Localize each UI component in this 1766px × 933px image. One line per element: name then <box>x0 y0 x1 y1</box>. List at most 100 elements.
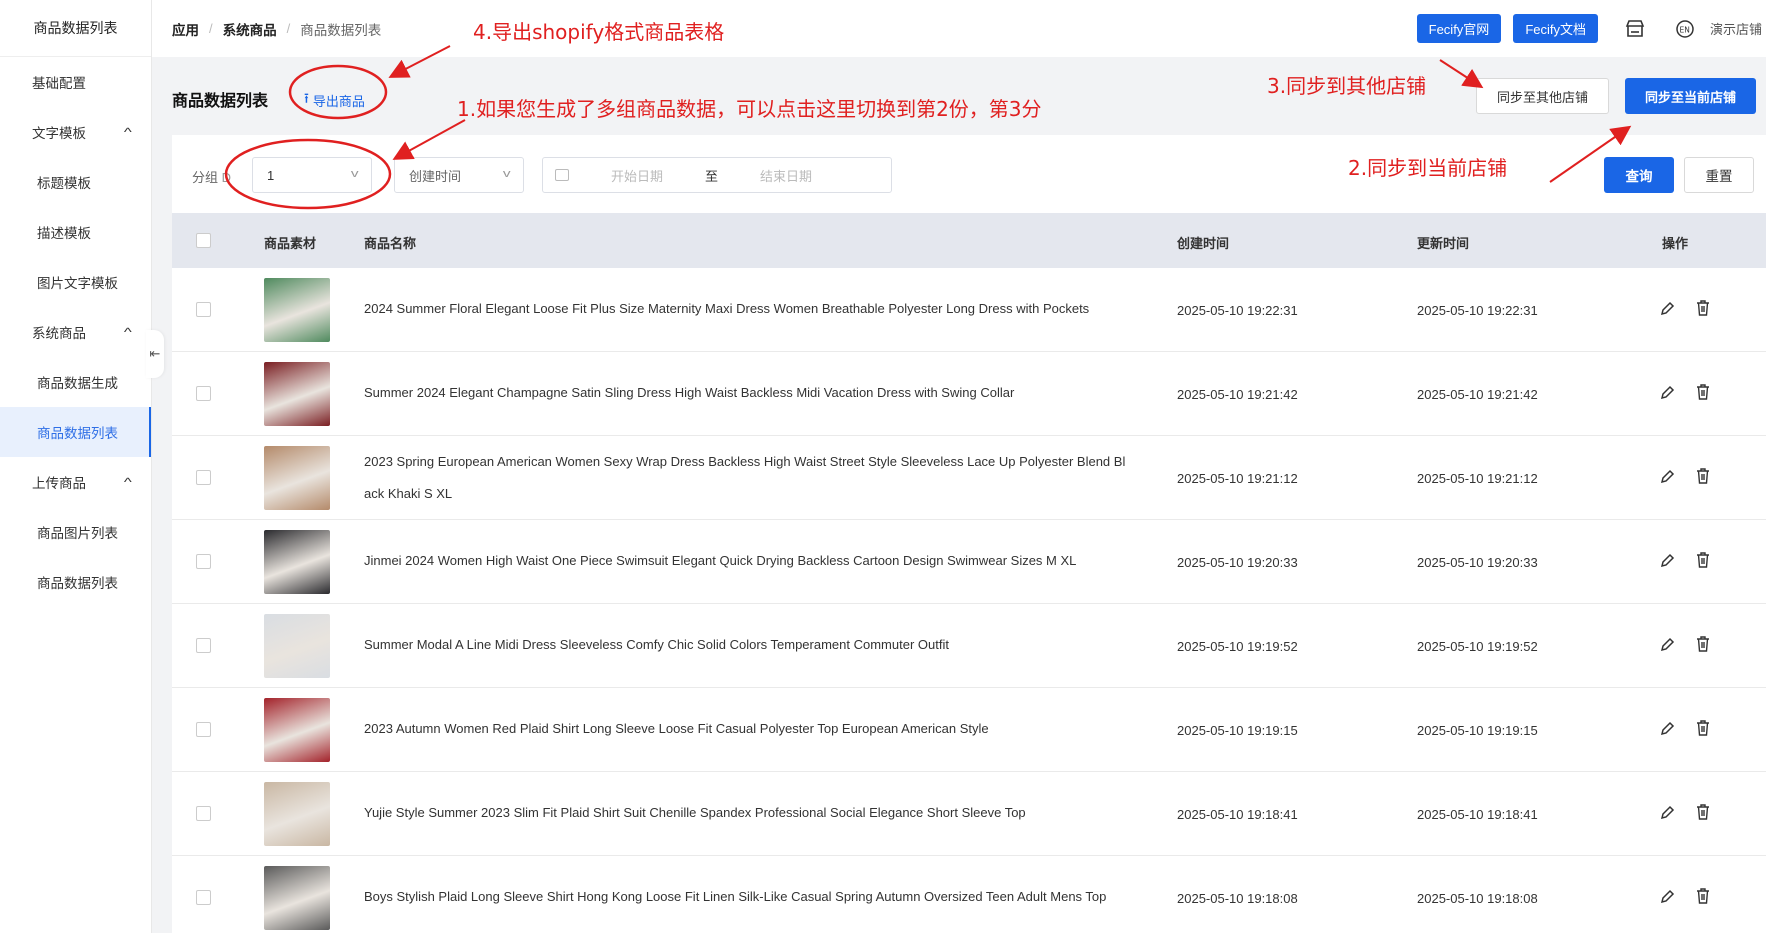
edit-icon[interactable] <box>1658 636 1676 654</box>
updated-time: 2025-05-10 19:22:31 <box>1417 303 1538 318</box>
delete-icon[interactable] <box>1694 887 1712 905</box>
row-checkbox[interactable] <box>196 554 211 569</box>
product-thumbnail[interactable] <box>264 614 330 678</box>
sync-current-store-button[interactable]: 同步至当前店铺 <box>1625 78 1757 114</box>
site-button[interactable]: Fecify官网 <box>1416 14 1502 43</box>
updated-time: 2025-05-10 19:18:41 <box>1417 807 1538 822</box>
created-time: 2025-05-10 19:18:08 <box>1177 891 1298 906</box>
sidebar-brand: 商品数据列表 <box>0 0 151 57</box>
sidebar-item-10[interactable]: 商品数据列表 <box>0 557 151 607</box>
sidebar-item-label: 系统商品 <box>32 326 86 341</box>
filter-panel: 分组 D 1 v 创建时间 v 开始日期 至 结束日期 查询 重置 <box>172 135 1766 213</box>
export-label: 导出商品 <box>312 93 365 109</box>
collapse-sidebar-icon[interactable]: ⇤ <box>146 330 164 378</box>
breadcrumb-current: 商品数据列表 <box>300 22 382 38</box>
breadcrumb-app[interactable]: 应用 <box>172 19 199 39</box>
chevron-up-icon: ^ <box>124 125 133 139</box>
select-all-checkbox[interactable] <box>196 233 211 248</box>
upload-icon: ⭱ <box>304 90 309 106</box>
breadcrumb-system-products[interactable]: 系统商品 <box>223 19 277 39</box>
sidebar-item-label: 商品数据列表 <box>37 576 118 591</box>
reset-button[interactable]: 重置 <box>1684 157 1754 193</box>
updated-time: 2025-05-10 19:19:52 <box>1417 639 1538 654</box>
sidebar-item-1[interactable]: 文字模板 ^ <box>0 107 151 157</box>
end-date-input[interactable]: 结束日期 <box>760 166 812 185</box>
table-row: 2023 Autumn Women Red Plaid Shirt Long S… <box>172 688 1766 772</box>
edit-icon[interactable] <box>1658 552 1676 570</box>
col-material: 商品素材 <box>264 236 317 251</box>
product-name: Yujie Style Summer 2023 Slim Fit Plaid S… <box>364 805 1026 820</box>
language-icon[interactable]: EN <box>1674 18 1696 40</box>
created-time: 2025-05-10 19:22:31 <box>1177 303 1298 318</box>
edit-icon[interactable] <box>1658 300 1676 318</box>
annotation-sync-current: 2.同步到当前店铺 <box>1348 156 1508 180</box>
edit-icon[interactable] <box>1658 804 1676 822</box>
edit-icon[interactable] <box>1658 384 1676 402</box>
row-checkbox[interactable] <box>196 890 211 905</box>
sync-other-stores-button[interactable]: 同步至其他店铺 <box>1476 78 1610 114</box>
product-thumbnail[interactable] <box>264 362 330 426</box>
group-select[interactable]: 1 v <box>252 157 372 193</box>
row-checkbox[interactable] <box>196 722 211 737</box>
delete-icon[interactable] <box>1694 635 1712 653</box>
delete-icon[interactable] <box>1694 551 1712 569</box>
sidebar-item-4[interactable]: 图片文字模板 <box>0 257 151 307</box>
created-time: 2025-05-10 19:20:33 <box>1177 555 1298 570</box>
date-range-picker[interactable]: 开始日期 至 结束日期 <box>542 157 892 193</box>
product-thumbnail[interactable] <box>264 278 330 342</box>
edit-icon[interactable] <box>1658 720 1676 738</box>
sidebar-item-3[interactable]: 描述模板 <box>0 207 151 257</box>
row-checkbox[interactable] <box>196 386 211 401</box>
row-checkbox[interactable] <box>196 806 211 821</box>
sort-select[interactable]: 创建时间 v <box>394 157 524 193</box>
col-name: 商品名称 <box>364 236 417 251</box>
sidebar-item-8[interactable]: 上传商品 ^ <box>0 457 151 507</box>
delete-icon[interactable] <box>1694 299 1712 317</box>
query-button[interactable]: 查询 <box>1604 157 1674 193</box>
sidebar-item-5[interactable]: 系统商品 ^ <box>0 307 151 357</box>
product-thumbnail[interactable] <box>264 866 330 930</box>
created-time: 2025-05-10 19:21:12 <box>1177 471 1298 486</box>
sidebar-item-2[interactable]: 标题模板 <box>0 157 151 207</box>
table-header: 商品素材 商品名称 创建时间 更新时间 操作 <box>172 213 1766 268</box>
delete-icon[interactable] <box>1694 803 1712 821</box>
product-thumbnail[interactable] <box>264 698 330 762</box>
table-row: Boys Stylish Plaid Long Sleeve Shirt Hon… <box>172 856 1766 933</box>
row-checkbox[interactable] <box>196 638 211 653</box>
sidebar-item-7[interactable]: 商品数据列表 <box>0 407 151 457</box>
sidebar-item-6[interactable]: 商品数据生成 <box>0 357 151 407</box>
page-title: 商品数据列表 <box>172 93 269 110</box>
product-thumbnail[interactable] <box>264 446 330 510</box>
delete-icon[interactable] <box>1694 383 1712 401</box>
sidebar-item-label: 商品数据列表 <box>37 426 118 441</box>
store-icon[interactable] <box>1624 18 1646 40</box>
chevron-up-icon: ^ <box>124 475 133 489</box>
sidebar-item-0[interactable]: 基础配置 <box>0 57 151 107</box>
col-created: 创建时间 <box>1177 236 1230 251</box>
col-updated: 更新时间 <box>1417 236 1470 251</box>
start-date-input[interactable]: 开始日期 <box>611 166 663 185</box>
table-row: Summer 2024 Elegant Champagne Satin Slin… <box>172 352 1766 436</box>
delete-icon[interactable] <box>1694 719 1712 737</box>
product-thumbnail[interactable] <box>264 782 330 846</box>
arrow-sync-other <box>1439 59 1484 89</box>
store-name[interactable]: 演示店铺 <box>1710 19 1762 38</box>
row-checkbox[interactable] <box>196 302 211 317</box>
updated-time: 2025-05-10 19:21:12 <box>1417 471 1538 486</box>
edit-icon[interactable] <box>1658 888 1676 906</box>
row-checkbox[interactable] <box>196 470 211 485</box>
sidebar-item-label: 商品数据生成 <box>37 376 118 391</box>
product-thumbnail[interactable] <box>264 530 330 594</box>
product-table: 商品素材 商品名称 创建时间 更新时间 操作 2024 Summer Flora… <box>172 213 1766 933</box>
sidebar-item-9[interactable]: 商品图片列表 <box>0 507 151 557</box>
edit-icon[interactable] <box>1658 468 1676 486</box>
delete-icon[interactable] <box>1694 467 1712 485</box>
annotation-group: 1.如果您生成了多组商品数据，可以点击这里切换到第2份，第3分 <box>457 97 1042 121</box>
docs-button[interactable]: Fecify文档 <box>1513 14 1598 43</box>
export-products-button[interactable]: ⭱ 导出商品 <box>304 88 365 112</box>
updated-time: 2025-05-10 19:20:33 <box>1417 555 1538 570</box>
group-label: 分组 D <box>192 170 232 185</box>
product-name: 2024 Summer Floral Elegant Loose Fit Plu… <box>364 301 1090 316</box>
product-name: Jinmei 2024 Women High Waist One Piece S… <box>364 553 1077 568</box>
sidebar-item-label: 商品图片列表 <box>37 526 118 541</box>
